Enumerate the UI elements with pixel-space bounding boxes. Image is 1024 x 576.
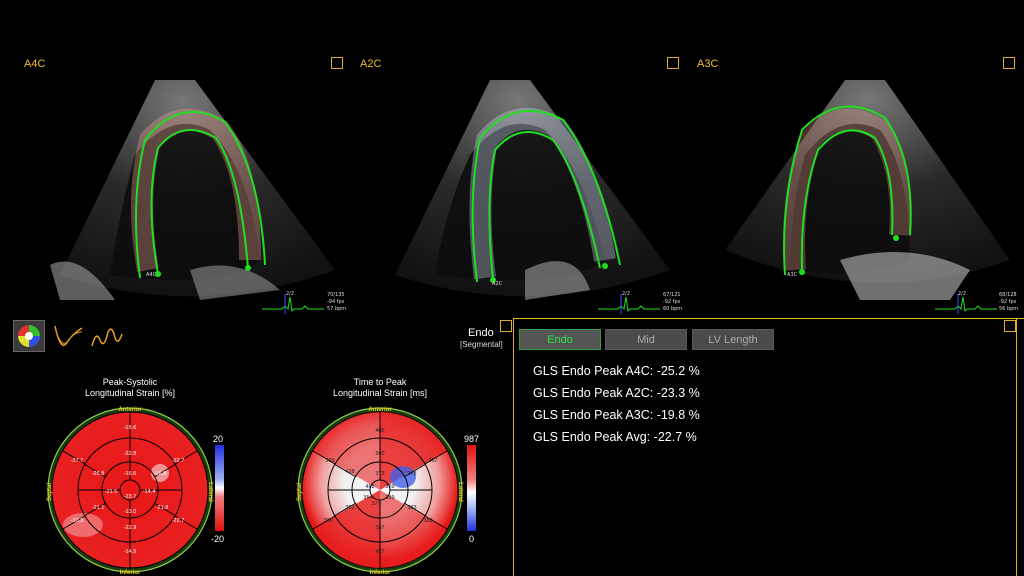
strain-apical-sep: -21.5 <box>105 489 118 495</box>
ecg-info-a3c-line1: 68/128 <box>999 292 1017 298</box>
ttp-scale-max: 987 <box>464 434 480 444</box>
waveform-icon[interactable] <box>90 320 124 352</box>
ttp-mid-inf: 357 <box>375 525 384 531</box>
ecg-tag-a2c: 2/2 <box>622 291 631 297</box>
strain-apex: -23.7 <box>124 494 137 500</box>
strain-scale-max: 20 <box>213 434 224 444</box>
echo-image-a3c[interactable] <box>710 60 1020 310</box>
strain-title-line1: Peak-Systolic <box>102 377 158 387</box>
panel-top-divider <box>513 318 1024 319</box>
ttp-mid-antsep: 428 <box>345 469 354 475</box>
ttp-basal-inflat: 389 <box>423 518 432 524</box>
ttp-apical-inf: 377 <box>371 501 380 507</box>
ecg-info-a3c: 68/128 -92 fps 56 bpm <box>999 292 1018 313</box>
marker-a2c: A2C <box>492 281 503 287</box>
strain-inferior-label: Inferior <box>120 570 141 576</box>
strain-lateral-label: Lateral <box>207 482 213 502</box>
marker-a4c: A4C <box>146 272 157 278</box>
ecg-tag-a3c: 2/2 <box>958 291 967 297</box>
strain-mid-ant: -22.8 <box>124 451 137 457</box>
panel-select-box[interactable] <box>1004 320 1016 332</box>
echo-image-a4c[interactable] <box>40 60 350 310</box>
ecg-tag-a4c: 2/2 <box>286 291 295 297</box>
strain-mid-infsep: -21.1 <box>92 505 105 511</box>
echo-image-a2c[interactable] <box>375 60 685 310</box>
gls-a3c: GLS Endo Peak A3C: -19.8 % <box>533 408 700 422</box>
strain-mid-inf: -22.9 <box>124 525 137 531</box>
gls-a2c: GLS Endo Peak A2C: -23.3 % <box>533 386 700 400</box>
ecg-info-a4c-line1: 70/135 <box>327 292 345 298</box>
ecg-trace-a4c <box>262 294 324 314</box>
panel-left-divider <box>513 318 514 576</box>
ttp-mid-inflat: 383 <box>407 505 416 511</box>
ecg-info-a2c-line1: 67/121 <box>663 292 681 298</box>
endo-button[interactable]: Endo <box>519 329 601 350</box>
ttp-basal-antsep: 369 <box>325 458 334 464</box>
ecg-info-a2c-line2: -92 fps <box>663 299 681 305</box>
panel-right-divider <box>1016 318 1017 576</box>
strain-basal-infsep: -10.8 <box>71 518 84 524</box>
ecg-trace-a3c <box>935 294 997 314</box>
strain-scale-min: -20 <box>211 534 225 544</box>
ecg-info-a4c-line3: 57 bpm <box>327 306 347 312</box>
gls-avg: GLS Endo Peak Avg: -22.7 % <box>533 430 697 444</box>
strain-apical-ant: -16.6 <box>124 471 137 477</box>
lv-length-button[interactable]: LV Length <box>692 329 774 350</box>
ttp-septal-label: Septal <box>297 483 303 501</box>
strain-mid-inflat: -21.8 <box>156 505 169 511</box>
strain-septal-label: Septal <box>47 483 53 501</box>
ttp-bullseye-chart[interactable]: 486 367 389 437 385 369 360 278 383 357 … <box>288 405 468 576</box>
ttp-basal-infsep: 385 <box>323 518 332 524</box>
ttp-apical-ant: 373 <box>375 471 384 477</box>
ttp-basal-antlat: 367 <box>428 458 437 464</box>
ttp-mid-infsep: 351 <box>345 505 354 511</box>
ecg-info-a4c-line2: -94 fps <box>327 299 345 305</box>
ttp-color-scale <box>467 445 476 531</box>
strain-curve-icon[interactable] <box>52 320 86 352</box>
ttp-inferior-label: Inferior <box>370 570 391 576</box>
marker-a3c: A3C <box>787 272 798 278</box>
strain-bullseye-chart[interactable]: -15.6 -32.7 -22.7 -14.5 -10.8 -27.7 -22.… <box>38 405 218 576</box>
ttp-title-line2: Longitudinal Strain [ms] <box>332 388 428 398</box>
strain-apical-lat: -14.4 <box>143 489 156 495</box>
ttp-extra: 488 <box>365 484 374 490</box>
ttp-lateral-label: Lateral <box>457 482 463 502</box>
ttp-apex: 359 <box>385 484 394 490</box>
ttp-basal-inf: 437 <box>375 549 384 555</box>
ecg-info-a4c: 70/135 -94 fps 57 bpm <box>327 292 346 313</box>
strain-basal-inf: -14.5 <box>124 549 137 555</box>
ttp-anterior-label: Anterior <box>368 407 392 413</box>
strain-basal-antsep: -27.7 <box>71 458 84 464</box>
strain-basal-antlat: -32.7 <box>172 458 185 464</box>
strain-color-scale <box>215 445 224 531</box>
ttp-basal-ant: 486 <box>375 428 384 434</box>
mid-button[interactable]: Mid <box>605 329 687 350</box>
strain-basal-ant: -15.6 <box>124 425 137 431</box>
ttp-scale-min: 0 <box>469 534 475 544</box>
strain-mid-antsep: -26.8 <box>92 471 105 477</box>
ttp-apical-lat: 369 <box>385 495 394 501</box>
endo-label: Endo <box>468 327 494 339</box>
strain-anterior-label: Anterior <box>118 407 142 413</box>
segmental-label: [Segmental] <box>460 340 503 349</box>
ecg-info-a3c-line3: 56 bpm <box>999 306 1019 312</box>
ecg-info-a3c-line2: -92 fps <box>999 299 1017 305</box>
ttp-mid-ant: 360 <box>375 451 384 457</box>
strain-title-line2: Longitudinal Strain [%] <box>84 388 176 398</box>
ttp-bullseye-title: Time to Peak Longitudinal Strain [ms] <box>280 377 480 399</box>
bullseye-palette-icon[interactable] <box>13 320 45 352</box>
ttp-title-line1: Time to Peak <box>353 377 407 387</box>
ecg-trace-a2c <box>598 294 660 314</box>
gls-a4c: GLS Endo Peak A4C: -25.2 % <box>533 364 700 378</box>
ecg-info-a2c: 67/121 -92 fps 60 bpm <box>663 292 682 313</box>
strain-mid-antlat: -16.8 <box>154 471 167 477</box>
strain-basal-inflat: -22.7 <box>172 518 185 524</box>
endo-select-box[interactable] <box>500 320 512 332</box>
ttp-mid-antlat: 278 <box>407 471 416 477</box>
strain-bullseye-title: Peak-Systolic Longitudinal Strain [%] <box>30 377 230 399</box>
ttp-apical-sep: 354 <box>363 495 372 501</box>
strain-apical-inf: -13.0 <box>124 509 137 515</box>
ecg-info-a2c-line3: 60 bpm <box>663 306 683 312</box>
